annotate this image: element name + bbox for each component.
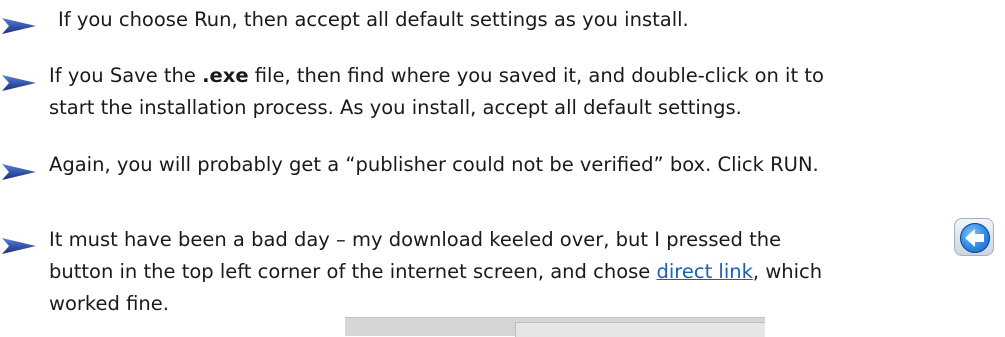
bullet-text: Again, you will probably get a “publishe… — [49, 149, 1000, 181]
bullet-line: If you choose Run, then accept all defau… — [58, 8, 689, 31]
bullet-line: worked fine. — [49, 292, 169, 315]
text-run: If you Save the — [49, 64, 203, 87]
bullet-line: Again, you will probably get a “publishe… — [49, 153, 819, 176]
embedded-screenshot-partial — [345, 317, 765, 337]
bullet-text: It must have been a bad day – my downloa… — [49, 224, 1000, 320]
back-arrow-icon — [960, 223, 990, 253]
text-run: button in the top left corner of the int… — [49, 260, 657, 283]
bullet-line: It must have been a bad day – my downloa… — [49, 228, 782, 251]
back-button-image — [954, 218, 994, 256]
bullet-text: If you Save the .exe file, then find whe… — [49, 60, 1000, 124]
bullet-line: start the installation process. As you i… — [49, 96, 742, 119]
embedded-screenshot-panel — [515, 322, 765, 337]
document-page: If you choose Run, then accept all defau… — [0, 0, 1005, 337]
bullet-line: button in the top left corner of the int… — [49, 256, 1000, 288]
blue-arrow-bullet-icon — [2, 18, 36, 34]
bullet-line: If you Save the .exe file, then find whe… — [49, 60, 1000, 92]
text-run: , which — [752, 260, 823, 283]
blue-arrow-bullet-icon — [2, 238, 36, 254]
back-arrow-glyph — [965, 229, 984, 247]
blue-arrow-bullet-icon — [2, 75, 36, 91]
text-run: file, then find where you saved it, and … — [248, 64, 824, 87]
bullet-text: If you choose Run, then accept all defau… — [58, 4, 1000, 36]
blue-arrow-bullet-icon — [2, 164, 36, 180]
direct-link[interactable]: direct link — [656, 260, 752, 283]
bold-file-extension: .exe — [202, 64, 249, 87]
